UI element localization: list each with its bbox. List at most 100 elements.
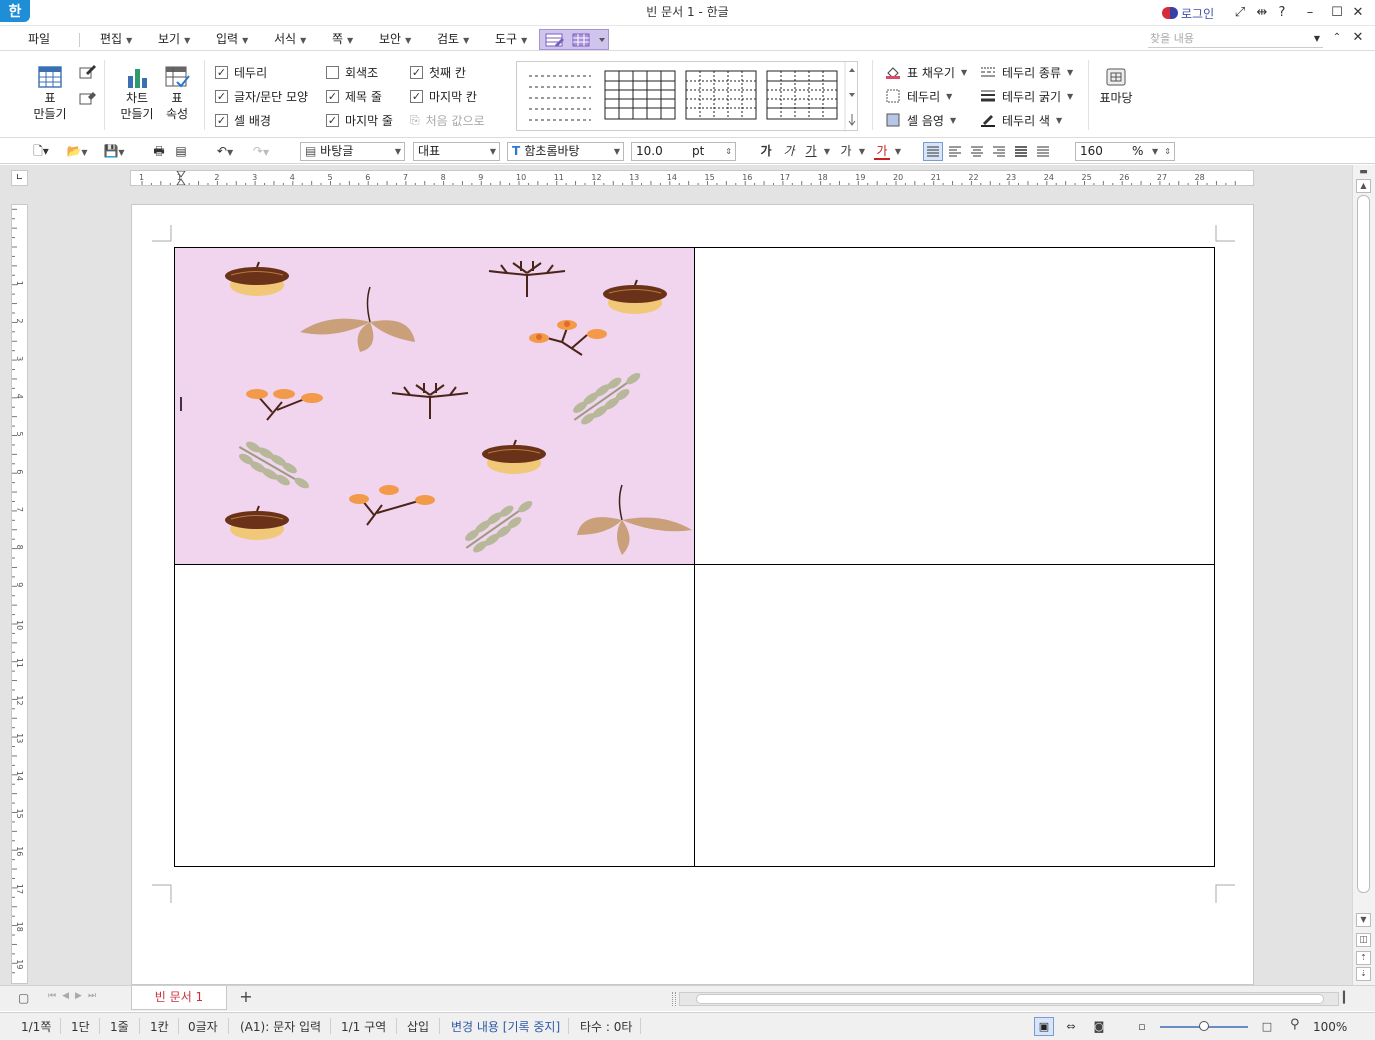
check-last-row[interactable]: ✓ 마지막 줄 (326, 111, 393, 129)
reset-defaults-button[interactable]: ⎘ 처음 값으로 (410, 111, 485, 129)
menu-format[interactable]: 서식 ▼ (268, 29, 312, 49)
preview-icon[interactable]: ▤ (172, 143, 190, 160)
status-typing[interactable]: 타수 : 0타 (580, 1018, 632, 1036)
check-last-col[interactable]: ✓ 마지막 칸 (410, 87, 477, 105)
align-justify-button[interactable] (923, 142, 943, 161)
vertical-ruler[interactable]: 1 2 3 4 5 6 7 8 9 10 11 12 13 14 15 16 17 18 19 (11, 204, 28, 984)
status-cell-input[interactable]: (A1): 문자 입력 (240, 1018, 321, 1036)
app-logo[interactable]: 한 (0, 0, 30, 22)
zoom-out-icon[interactable]: ▫ (1133, 1018, 1151, 1036)
distribute-button[interactable] (1012, 143, 1030, 160)
view-page-icon[interactable]: ▣ (1034, 1017, 1054, 1036)
vertical-scrollbar[interactable]: ▬ ▲ ▼ ◫ ⇡ ⇣ (1352, 165, 1375, 985)
split-view-icon[interactable]: ⇹ (1252, 4, 1272, 22)
view-fit-icon[interactable]: ◙ (1090, 1018, 1108, 1036)
table-fill-button[interactable]: 표 채우기 ▼ (885, 63, 967, 81)
status-chars[interactable]: 0글자 (188, 1018, 218, 1036)
line-spacing-input[interactable]: 160% ▼ ⇕ (1075, 142, 1175, 161)
collapse-ribbon-icon[interactable]: ⌃ (1327, 29, 1347, 47)
maximize-button[interactable]: ☐ (1327, 4, 1347, 22)
lang-select[interactable]: 대표 ▼ (413, 142, 500, 161)
horizontal-scrollbar[interactable] (679, 992, 1339, 1006)
document-page[interactable] (131, 204, 1254, 985)
table-style-gallery[interactable] (516, 61, 858, 132)
status-mode[interactable]: 삽입 (407, 1018, 429, 1036)
redo-icon[interactable]: ↷▼ (246, 143, 276, 160)
close-button[interactable]: ✕ (1348, 4, 1368, 22)
find-input[interactable]: 찾을 내용 (1148, 30, 1323, 48)
font-color-button[interactable]: 가 (874, 143, 890, 160)
splitter-handle[interactable] (672, 992, 676, 1006)
h-scroll-thumb[interactable] (696, 994, 1324, 1004)
table-props-button[interactable]: 표 속성 (158, 64, 196, 122)
italic-button[interactable]: 가 (781, 143, 797, 160)
menu-security[interactable]: 보안 ▼ (373, 29, 417, 49)
zoom-level[interactable]: 100% (1313, 1018, 1347, 1036)
status-cell[interactable]: 1칸 (150, 1018, 169, 1036)
status-page[interactable]: 1/1쪽 (21, 1018, 51, 1036)
login-button[interactable]: 로그인 (1162, 4, 1214, 22)
table-make-button[interactable]: 표 만들기 (29, 64, 71, 122)
new-doc-icon[interactable]: 🗋▾ (28, 143, 54, 160)
scroll-thumb[interactable] (1357, 195, 1370, 893)
border-type-button[interactable]: 테두리 종류 ▼ (980, 63, 1073, 81)
print-icon[interactable]: 🖶 (150, 143, 168, 160)
tab-nav-icon[interactable]: ⏮◀▶⏭ (48, 991, 128, 1005)
menu-edit[interactable]: 편집 ▼ (94, 29, 138, 49)
menu-file[interactable]: 파일 (22, 29, 56, 49)
undo-icon[interactable]: ↶▼ (210, 143, 240, 160)
table-eraser-icon[interactable] (79, 88, 97, 106)
status-column[interactable]: 1단 (71, 1018, 90, 1036)
menu-view[interactable]: 보기 ▼ (152, 29, 196, 49)
page-view-icon[interactable]: ◫ (1356, 933, 1371, 947)
strike-dropdown-icon[interactable]: ▼ (858, 143, 866, 160)
prev-page-icon[interactable]: ⇡ (1356, 951, 1371, 965)
menu-review[interactable]: 검토 ▼ (431, 29, 475, 49)
open-folder-icon[interactable]: 📂▼ (62, 143, 92, 160)
border-color-button[interactable]: 테두리 색 ▼ (980, 111, 1062, 129)
border-button[interactable]: 테두리 ▼ (885, 87, 952, 105)
border-width-button[interactable]: 테두리 굵기 ▼ (980, 87, 1073, 105)
minimize-button[interactable]: – (1300, 4, 1320, 22)
tab-type-button[interactable]: ∟ (11, 170, 28, 186)
split-align-button[interactable] (1034, 143, 1052, 160)
save-icon[interactable]: 💾▼ (100, 143, 128, 160)
check-header-row[interactable]: ✓ 제목 줄 (326, 87, 382, 105)
check-border[interactable]: ✓ 테두리 (215, 63, 267, 81)
check-cell-bg[interactable]: ✓ 셀 배경 (215, 111, 271, 129)
check-grayscale[interactable]: 회색조 (326, 63, 378, 81)
document-tab[interactable]: 빈 문서 1 (131, 986, 227, 1010)
align-right-button[interactable] (990, 143, 1008, 160)
status-section[interactable]: 1/1 구역 (341, 1018, 386, 1036)
align-left-button[interactable] (946, 143, 964, 160)
status-track-changes[interactable]: 변경 내용 [기록 중지] (451, 1018, 560, 1036)
font-size-input[interactable]: 10.0 pt ⇕ (631, 142, 736, 161)
scroll-up-icon[interactable]: ▲ (1356, 179, 1371, 193)
split-view-icon[interactable]: ▎ (1343, 991, 1353, 1007)
zoom-search-icon[interactable]: ⚲ (1290, 1017, 1308, 1035)
close-doc-icon[interactable]: ✕ (1348, 29, 1368, 47)
scroll-down-icon[interactable]: ▼ (1356, 913, 1371, 927)
horizontal-ruler[interactable]: 1 1 2 3 4 5 6 7 8 9 10 11 12 13 14 15 16 17 18 19 20 21 22 23 24… (130, 170, 1254, 186)
fullscreen-icon[interactable]: ⤢ (1230, 4, 1250, 22)
add-tab-icon[interactable]: + (236, 987, 256, 1009)
check-first-col[interactable]: ✓ 첫째 칸 (410, 63, 466, 81)
menu-insert[interactable]: 입력 ▼ (210, 29, 254, 49)
status-line[interactable]: 1줄 (110, 1018, 129, 1036)
menu-tools[interactable]: 도구 ▼ (489, 29, 533, 49)
chart-make-button[interactable]: 차트 만들기 (116, 64, 158, 122)
split-handle-icon[interactable]: ▬ (1356, 167, 1371, 177)
memo-icon[interactable]: ▢ (18, 991, 32, 1005)
underline-button[interactable]: 가 (803, 143, 819, 160)
check-char-para[interactable]: ✓ 글자/문단 모양 (215, 87, 308, 105)
font-select[interactable]: T 함초롬바탕 ▼ (507, 142, 624, 161)
table-design-tab[interactable] (539, 29, 609, 50)
color-dropdown-icon[interactable]: ▼ (894, 143, 902, 160)
next-page-icon[interactable]: ⇣ (1356, 967, 1371, 981)
zoom-slider-thumb[interactable] (1199, 1021, 1209, 1031)
help-icon[interactable]: ? (1272, 4, 1292, 22)
view-width-icon[interactable]: ⇔ (1062, 1018, 1080, 1036)
style-select[interactable]: ▤ 바탕글 ▼ (300, 142, 405, 161)
find-dropdown-icon[interactable]: ▼ (1307, 30, 1327, 48)
strike-button[interactable]: 가 (838, 143, 854, 160)
